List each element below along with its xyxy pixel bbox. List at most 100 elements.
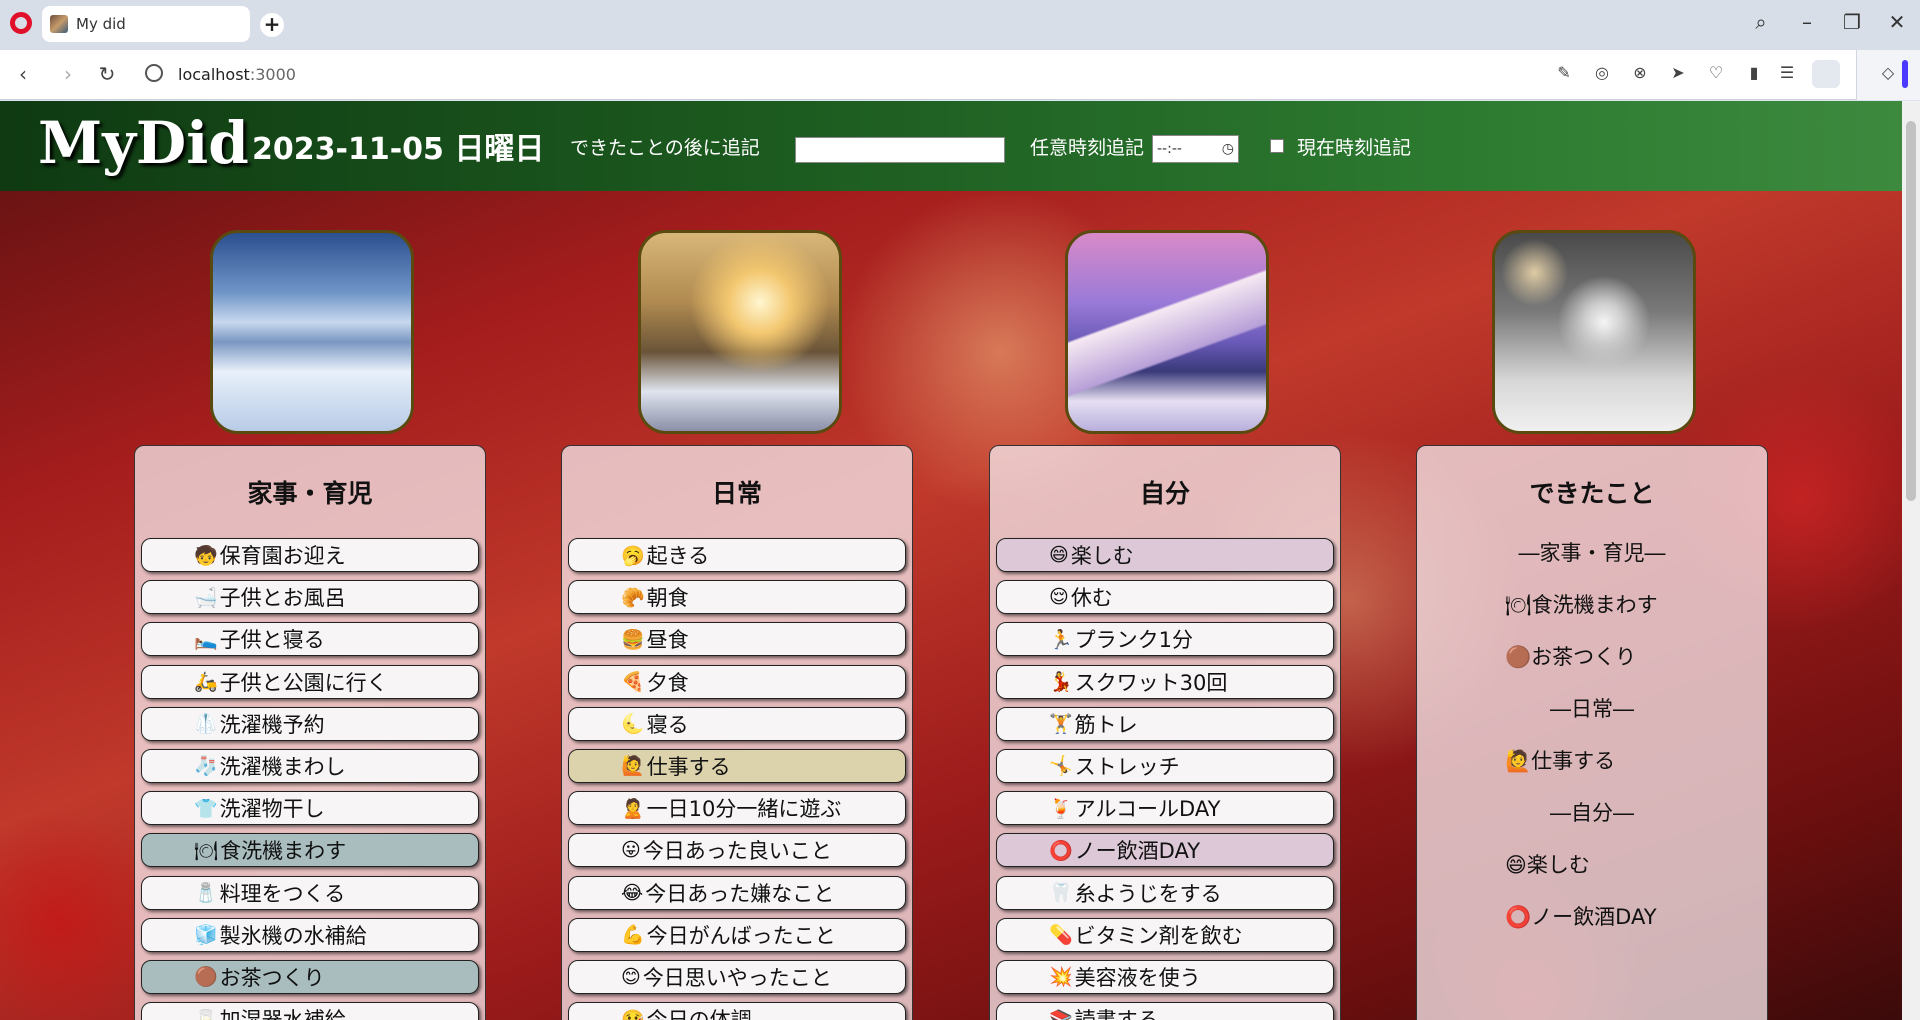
send-icon[interactable]: ➤ xyxy=(1667,62,1689,84)
activity-label: ビタミン剤を飲む xyxy=(1074,923,1243,948)
activity-button[interactable]: ⭕ ノー飲酒DAY xyxy=(996,833,1334,868)
close-window-icon[interactable]: ✕ xyxy=(1882,10,1912,34)
activity-button[interactable]: 😂 今日あった嫌なこと xyxy=(568,875,906,910)
done-label: 楽しむ xyxy=(1526,853,1590,877)
forward-icon[interactable]: › xyxy=(55,62,81,86)
url-port: :3000 xyxy=(249,65,296,84)
activity-button[interactable]: 💥 美容液を使う xyxy=(996,959,1334,994)
activity-button[interactable]: 🥛加湿器水補給 xyxy=(141,1002,479,1020)
activity-label: 子供とお風呂 xyxy=(219,586,346,611)
scrollbar-thumb[interactable] xyxy=(1906,121,1916,501)
activity-button[interactable]: 🧒 保育園お迎え xyxy=(141,538,479,572)
activity-button[interactable]: 🛁 子供とお風呂 xyxy=(141,580,479,615)
activity-emoji-icon: 💃 xyxy=(1049,671,1073,694)
browser-tab[interactable]: My did xyxy=(42,6,250,42)
tab-title: My did xyxy=(76,15,126,33)
camera-icon[interactable]: ◎ xyxy=(1591,62,1613,84)
activity-label: 休む xyxy=(1070,586,1113,611)
activity-button[interactable]: 🟤 お茶つくり xyxy=(141,959,479,994)
append-after-input[interactable] xyxy=(795,137,1005,163)
activity-label: アルコールDAY xyxy=(1074,797,1221,822)
activity-button[interactable]: 🌜 寝る xyxy=(568,706,906,741)
activity-emoji-icon: 😊 xyxy=(621,965,641,988)
done-emoji-icon: 🍽 xyxy=(1505,593,1532,617)
activity-button[interactable]: 💊 ビタミン剤を飲む xyxy=(996,917,1334,952)
activity-button[interactable]: 😛 今日あった良いこと xyxy=(568,833,906,868)
activity-button[interactable]: 🏋 筋トレ xyxy=(996,706,1334,741)
activity-label: 製氷機の水補給 xyxy=(219,923,367,948)
activity-button[interactable]: 😌 休む xyxy=(996,580,1334,615)
opera-logo-icon[interactable] xyxy=(10,12,32,34)
done-emoji-icon: 🙋 xyxy=(1505,749,1532,773)
activity-button[interactable]: 🥱 起きる xyxy=(568,538,906,572)
settings-sliders-icon[interactable]: ☰ xyxy=(1776,62,1798,84)
back-icon[interactable]: ‹ xyxy=(10,62,36,86)
activity-emoji-icon: 🥐 xyxy=(621,586,645,609)
self-image xyxy=(1065,230,1269,434)
activity-button[interactable]: 🙎 一日10分一緒に遊ぶ xyxy=(568,791,906,826)
extensions-cube-icon[interactable]: ◇ xyxy=(1877,62,1899,84)
activity-button[interactable]: 🏃 プランク1分 xyxy=(996,622,1334,657)
activity-button[interactable]: 🍽 食洗機まわす xyxy=(141,833,479,868)
optional-time-label: 任意時刻追記 xyxy=(1030,137,1145,159)
current-time-checkbox[interactable] xyxy=(1270,139,1284,153)
activity-button[interactable]: 🛵 子供と公園に行く xyxy=(141,664,479,699)
activity-button[interactable]: 💪 今日がんばったこと xyxy=(568,917,906,952)
activity-button[interactable]: 🧦 洗濯機まわし xyxy=(141,748,479,783)
activity-button[interactable]: 😄 楽しむ xyxy=(996,538,1334,572)
activity-button[interactable]: 🥐 朝食 xyxy=(568,580,906,615)
activity-button[interactable]: 🙋 仕事する xyxy=(568,748,906,783)
activity-emoji-icon: 😛 xyxy=(621,839,641,862)
search-tabs-icon[interactable]: ⌕ xyxy=(1746,10,1776,34)
activity-button[interactable]: 💃 スクワット30回 xyxy=(996,664,1334,699)
activity-button[interactable]: 🍹 アルコールDAY xyxy=(996,791,1334,826)
battery-icon[interactable]: ▮ xyxy=(1743,62,1765,84)
daily-column: 日常 🥱 起きる 🥐 朝食 🍔 昼食 🍕 夕食 🌜 寝る 🙋 仕事する 🙎 一日10分一緒に遊ぶ 😛 今日あっ… xyxy=(561,445,913,1020)
restore-icon[interactable]: ❐ xyxy=(1837,10,1867,34)
done-group-header: ―家事・育児― xyxy=(1518,541,1666,565)
minimize-icon[interactable]: – xyxy=(1792,10,1822,34)
activity-emoji-icon: 🏋 xyxy=(1049,713,1073,736)
activity-emoji-icon: 🍽 xyxy=(194,839,219,862)
household-title: 家事・育児 xyxy=(247,479,373,508)
profile-icon[interactable] xyxy=(1812,60,1840,88)
activity-label: 子供と公園に行く xyxy=(219,670,388,695)
activity-button[interactable]: 🥼 洗濯機予約 xyxy=(141,706,479,741)
activity-emoji-icon: 🧊 xyxy=(194,924,218,947)
activity-label: 今日あった良いこと xyxy=(642,839,832,864)
activity-label: 食洗機まわす xyxy=(220,839,347,864)
activity-emoji-icon: 🤒 xyxy=(621,1008,645,1020)
heart-icon[interactable]: ♡ xyxy=(1705,62,1727,84)
new-tab-button[interactable]: + xyxy=(260,13,284,37)
activity-button[interactable]: 😊 今日思いやったこと xyxy=(568,959,906,994)
activity-button[interactable]: 🍔 昼食 xyxy=(568,622,906,657)
activity-button[interactable]: 🍕 夕食 xyxy=(568,664,906,699)
done-group-header: ―自分― xyxy=(1550,801,1634,825)
activity-label: 一日10分一緒に遊ぶ xyxy=(646,797,842,822)
activity-emoji-icon: 💊 xyxy=(1049,924,1073,947)
activity-emoji-icon: 📚 xyxy=(1049,1008,1073,1020)
time-input[interactable]: --:-- ◷ xyxy=(1152,135,1239,163)
extensions-panel: ◇ xyxy=(1856,50,1920,100)
done-list: ―家事・育児― 🍽食洗機まわす 🟤お茶つくり ―日常― 🙋仕事する ―自分― 😄楽しむ ⭕ノー… xyxy=(1417,538,1767,954)
activity-button[interactable]: 🛌 子供と寝る xyxy=(141,622,479,657)
activity-button[interactable]: 🤒今日の体調 xyxy=(568,1002,906,1020)
app-header: MyDid 2023-11-05 日曜日 できたことの後に追記 任意時刻追記 -… xyxy=(0,101,1902,191)
activity-emoji-icon: 😌 xyxy=(1049,586,1069,609)
activity-button[interactable]: 🤸 ストレッチ xyxy=(996,748,1334,783)
clock-icon: ◷ xyxy=(1221,141,1234,157)
done-emoji-icon: 😄 xyxy=(1505,853,1527,877)
reload-icon[interactable]: ↻ xyxy=(94,62,120,86)
activity-button[interactable]: 👕 洗濯物干し xyxy=(141,791,479,826)
url-field[interactable]: localhost:3000 xyxy=(178,65,296,84)
activity-button[interactable]: 🦷 糸ようじをする xyxy=(996,875,1334,910)
activity-button[interactable]: 📚読書する xyxy=(996,1002,1334,1020)
activity-label: ストレッチ xyxy=(1074,754,1180,779)
adblock-icon[interactable]: ⊗ xyxy=(1629,62,1651,84)
activity-button[interactable]: 🧊 製氷機の水補給 xyxy=(141,917,479,952)
edit-page-icon[interactable]: ✎ xyxy=(1553,62,1575,84)
page-scrollbar[interactable] xyxy=(1902,101,1920,1020)
activity-emoji-icon: 👕 xyxy=(194,797,218,820)
activity-button[interactable]: 🧂 料理をつくる xyxy=(141,875,479,910)
activity-label: お茶つくり xyxy=(219,965,325,990)
